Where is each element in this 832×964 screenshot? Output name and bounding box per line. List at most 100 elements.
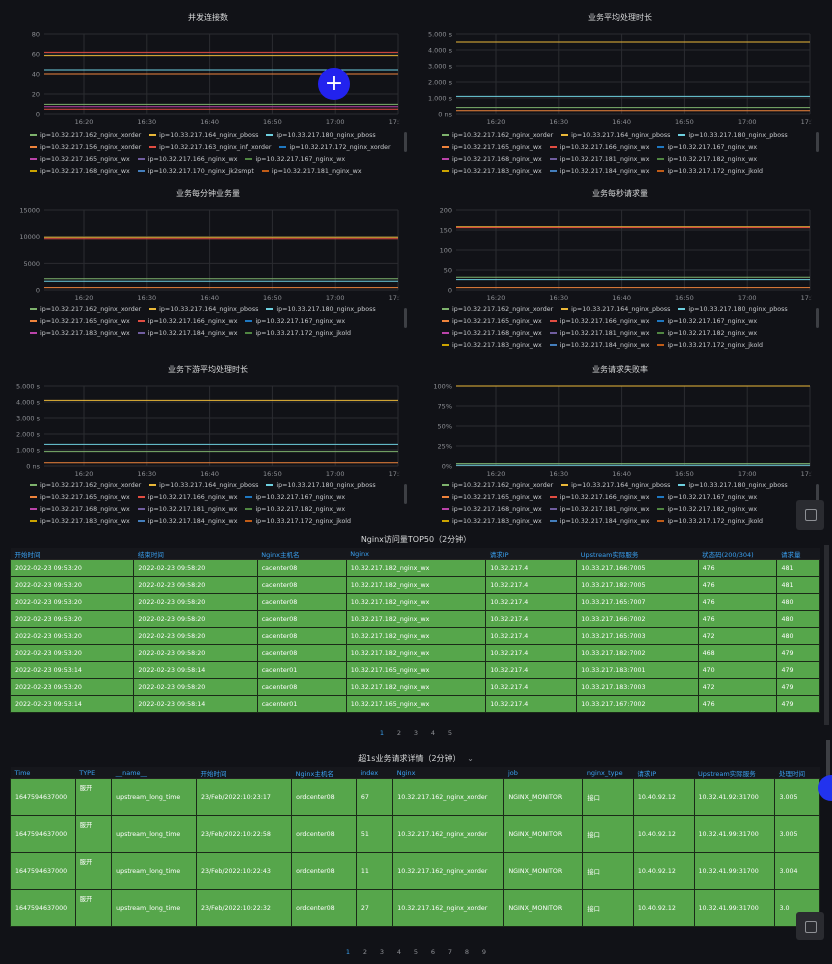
table-row[interactable]: 2022-02-23 09:53:20 2022-02-23 09:58:20 ca… (9, 610, 820, 628)
legend-item[interactable]: ip=10.32.217.167_nginx_wx (245, 494, 345, 501)
legend-scrollbar[interactable] (816, 308, 819, 328)
legend-item[interactable]: ip=10.33.217.180_nginx_pboss (266, 306, 376, 313)
page-link[interactable]: 4 (425, 729, 442, 737)
legend-item[interactable]: ip=10.33.217.180_nginx_pboss (678, 482, 788, 489)
legend-item[interactable]: ip=10.32.217.166_nginx_wx (549, 494, 649, 501)
legend-item[interactable]: ip=10.33.217.164_nginx_pboss (149, 482, 258, 489)
legend-item[interactable]: ip=10.32.217.166_nginx_wx (137, 318, 237, 325)
legend-item[interactable]: ip=10.32.217.166_nginx_wx (137, 494, 237, 501)
column-header[interactable]: Nginx主机名 (257, 548, 347, 560)
legend-scrollbar[interactable] (404, 484, 407, 504)
legend-item[interactable]: ip=10.32.217.167_nginx_wx (657, 318, 757, 325)
add-annotation-button[interactable]: + (318, 68, 350, 100)
table-row[interactable]: 1647594637000 服开 upstream_long_time 23/Feb/… (10, 815, 820, 853)
page-link[interactable]: 7 (442, 948, 459, 956)
legend-item[interactable]: ip=10.32.217.184_nginx_wx (549, 342, 649, 349)
legend-item[interactable]: ip=10.32.217.165_nginx_wx (30, 494, 130, 501)
legend-item[interactable]: ip=10.32.217.166_nginx_wx (137, 156, 237, 163)
legend-item[interactable]: ip=10.32.217.162_nginx_xorder (442, 306, 553, 313)
page-link[interactable]: 4 (391, 948, 408, 956)
column-header[interactable]: job (503, 767, 583, 779)
column-header[interactable]: 处理时间 (774, 767, 820, 779)
table-row[interactable]: 1647594637000 服开 upstream_long_time 23/Feb/… (10, 852, 820, 890)
table-row[interactable]: 1647594637000 服开 upstream_long_time 23/Feb/… (10, 778, 820, 816)
legend-item[interactable]: ip=10.32.217.167_nginx_wx (657, 144, 757, 151)
widget-toggle-button[interactable] (796, 500, 824, 530)
table-row[interactable]: 1647594637000 服开 upstream_long_time 23/Feb/… (10, 889, 820, 927)
legend-item[interactable]: ip=10.33.217.164_nginx_pboss (561, 482, 670, 489)
chevron-down-icon[interactable]: ⌄ (467, 754, 474, 763)
page-link[interactable]: 3 (374, 948, 391, 956)
legend-item[interactable]: ip=10.32.217.167_nginx_wx (245, 156, 345, 163)
legend-item[interactable]: ip=10.32.217.183_nginx_wx (442, 168, 542, 175)
legend-item[interactable]: ip=10.33.217.172_nginx_jkold (657, 168, 763, 175)
legend-item[interactable]: ip=10.32.217.183_nginx_wx (30, 330, 130, 337)
legend-item[interactable]: ip=10.33.217.180_nginx_pboss (266, 482, 376, 489)
column-header[interactable]: 请求量 (776, 548, 820, 560)
legend-item[interactable]: ip=10.32.217.162_nginx_xorder (30, 306, 141, 313)
legend-item[interactable]: ip=10.32.217.181_nginx_wx (549, 330, 649, 337)
page-link[interactable]: 5 (442, 729, 459, 737)
legend-item[interactable]: ip=10.33.217.164_nginx_pboss (561, 306, 670, 313)
page-link[interactable]: 2 (357, 948, 374, 956)
column-header[interactable]: TYPE (75, 767, 112, 779)
table-row[interactable]: 2022-02-23 09:53:14 2022-02-23 09:58:14 ca… (9, 661, 820, 679)
legend-item[interactable]: ip=10.33.217.164_nginx_pboss (561, 132, 670, 139)
legend-item[interactable]: ip=10.33.217.164_nginx_pboss (149, 306, 258, 313)
legend-item[interactable]: ip=10.33.217.172_nginx_jkold (657, 518, 763, 525)
legend-item[interactable]: ip=10.33.217.180_nginx_pboss (266, 132, 376, 139)
column-header[interactable]: index (356, 767, 393, 779)
column-header[interactable]: 请求IP (485, 548, 577, 560)
legend-scrollbar[interactable] (404, 132, 407, 152)
table-row[interactable]: 2022-02-23 09:53:20 2022-02-23 09:58:20 ca… (9, 576, 820, 594)
table1-scrollbar[interactable] (824, 545, 829, 725)
page-link[interactable]: 1 (340, 948, 357, 956)
legend-item[interactable]: ip=10.32.217.166_nginx_wx (549, 144, 649, 151)
legend-item[interactable]: ip=10.32.217.156_nginx_xorder (30, 144, 141, 151)
page-scrollbar-thumb[interactable] (826, 740, 830, 780)
legend-scrollbar[interactable] (404, 308, 407, 328)
table-row[interactable]: 2022-02-23 09:53:20 2022-02-23 09:58:20 ca… (9, 559, 820, 577)
legend-item[interactable]: ip=10.32.217.168_nginx_wx (442, 330, 542, 337)
legend-item[interactable]: ip=10.32.217.182_nginx_wx (657, 330, 757, 337)
column-header[interactable]: Nginx (392, 767, 504, 779)
column-header[interactable]: Nginx主机名 (291, 767, 357, 779)
legend-item[interactable]: ip=10.32.217.181_nginx_wx (549, 506, 649, 513)
column-header[interactable]: __name__ (111, 767, 197, 779)
legend-item[interactable]: ip=10.33.217.172_nginx_jkold (657, 342, 763, 349)
page-link[interactable]: 1 (374, 729, 391, 737)
column-header[interactable]: Time (10, 767, 76, 779)
legend-item[interactable]: ip=10.33.217.172_nginx_jkold (245, 518, 351, 525)
legend-item[interactable]: ip=10.32.217.165_nginx_wx (442, 494, 542, 501)
legend-item[interactable]: ip=10.32.217.162_nginx_xorder (30, 482, 141, 489)
legend-item[interactable]: ip=10.32.217.166_nginx_wx (549, 318, 649, 325)
legend-item[interactable]: ip=10.32.217.184_nginx_wx (137, 518, 237, 525)
legend-item[interactable]: ip=10.33.217.164_nginx_pboss (149, 132, 258, 139)
table-row[interactable]: 2022-02-23 09:53:20 2022-02-23 09:58:20 ca… (9, 593, 820, 611)
column-header[interactable]: Upstream实际服务 (694, 767, 775, 779)
legend-item[interactable]: ip=10.32.217.168_nginx_wx (30, 506, 130, 513)
page-link[interactable]: 8 (459, 948, 476, 956)
legend-item[interactable]: ip=10.33.217.172_nginx_jkold (245, 330, 351, 337)
page-link[interactable]: 3 (408, 729, 425, 737)
legend-item[interactable]: ip=10.32.217.167_nginx_wx (245, 318, 345, 325)
legend-item[interactable]: ip=10.32.217.162_nginx_xorder (442, 132, 553, 139)
legend-item[interactable]: ip=10.32.217.165_nginx_wx (30, 318, 130, 325)
legend-scrollbar[interactable] (816, 132, 819, 152)
legend-item[interactable]: ip=10.32.217.168_nginx_wx (442, 506, 542, 513)
table-row[interactable]: 2022-02-23 09:53:20 2022-02-23 09:58:20 ca… (9, 627, 820, 645)
legend-item[interactable]: ip=10.32.217.184_nginx_wx (137, 330, 237, 337)
legend-item[interactable]: ip=10.32.217.181_nginx_wx (137, 506, 237, 513)
legend-item[interactable]: ip=10.32.217.167_nginx_wx (657, 494, 757, 501)
page-link[interactable]: 2 (391, 729, 408, 737)
widget-toggle-button-2[interactable] (796, 912, 824, 940)
column-header[interactable]: 开始时间 (196, 767, 292, 779)
legend-item[interactable]: ip=10.32.217.165_nginx_wx (442, 318, 542, 325)
legend-item[interactable]: ip=10.33.217.180_nginx_pboss (678, 306, 788, 313)
legend-item[interactable]: ip=10.32.217.165_nginx_wx (30, 156, 130, 163)
legend-item[interactable]: ip=10.33.217.180_nginx_pboss (678, 132, 788, 139)
legend-item[interactable]: ip=10.32.217.182_nginx_wx (245, 506, 345, 513)
legend-item[interactable]: ip=10.32.217.170_nginx_jk2smpt (137, 168, 254, 175)
column-header[interactable]: 结束时间 (133, 548, 258, 560)
legend-item[interactable]: ip=10.32.217.184_nginx_wx (549, 168, 649, 175)
